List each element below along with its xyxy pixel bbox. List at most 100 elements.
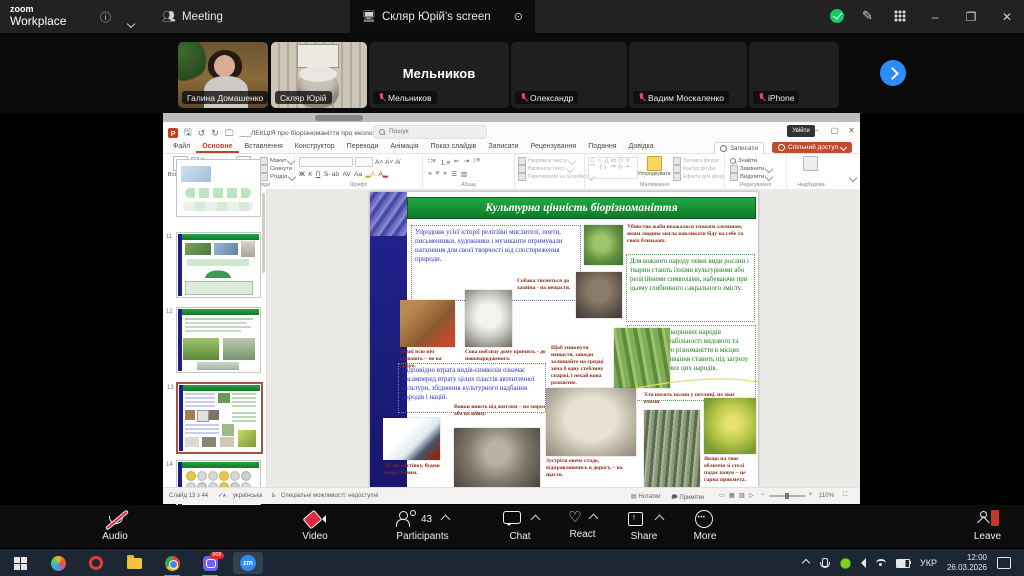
tab-design[interactable]: Конструктор — [289, 140, 341, 153]
info-icon[interactable]: ⓘ — [100, 9, 111, 25]
taskbar-chrome[interactable] — [157, 552, 187, 574]
share-presentation-button[interactable]: Спільний доступ — [772, 142, 852, 153]
slide-canvas[interactable]: Культурна цінність біорізноманіття Упрод… — [370, 192, 758, 487]
close-button[interactable]: ✕ — [992, 0, 1022, 33]
tab-record[interactable]: Записати — [482, 140, 524, 153]
notes-toggle[interactable]: ▤ Нотатки — [631, 493, 661, 500]
tab-home[interactable]: Основне — [196, 140, 238, 153]
align-left-button[interactable]: ⫷ — [428, 170, 432, 178]
slideshow-icon[interactable]: 🖵︎ — [225, 128, 234, 139]
columns-button[interactable]: ▥ — [461, 170, 467, 178]
participant-tile-sklyar-active-speaker[interactable]: Скляр Юрій — [271, 42, 367, 108]
collapse-ribbon-chevron[interactable] — [850, 168, 856, 186]
participant-tile-melnykov[interactable]: Мельников Мельников — [369, 42, 509, 108]
align-right-button[interactable]: ⫸ — [443, 170, 447, 178]
slide-thumbnail-13-selected[interactable]: 13 — [176, 382, 263, 454]
chevron-down-icon[interactable] — [128, 14, 134, 32]
view-sorter-icon[interactable]: ▦ — [729, 492, 735, 499]
underline-button[interactable]: П — [316, 171, 321, 178]
taskbar-zoom-active[interactable]: zm — [233, 552, 263, 574]
find-button[interactable]: Знайти — [730, 157, 772, 165]
apps-grid-icon[interactable] — [894, 10, 906, 22]
undo-icon[interactable]: ↺ — [198, 128, 206, 139]
participant-tile-vadym[interactable]: Вадим Москаленко — [629, 42, 747, 108]
save-icon[interactable]: 🖫︎ — [184, 125, 192, 141]
tray-language-indicator[interactable]: УКР — [920, 558, 937, 568]
thumbnail-scrollbar[interactable] — [262, 193, 265, 273]
zoom-slider-handle[interactable] — [785, 493, 789, 499]
tray-clock[interactable]: 12:00 26.03.2026 — [947, 553, 987, 573]
spellcheck-icon[interactable]: ✓ᴀ — [218, 492, 226, 499]
shape-outline-button[interactable]: Контур фігури — [673, 165, 724, 173]
view-normal-icon[interactable]: ▭ — [719, 492, 725, 499]
audio-button[interactable]: Audio — [85, 510, 145, 542]
section-button[interactable]: Розділ — [260, 173, 295, 181]
align-text-button[interactable]: Вирівняти текст — [518, 165, 594, 173]
slide-thumbnail-12[interactable]: 12 — [176, 307, 261, 373]
char-spacing-button[interactable]: AV — [342, 171, 350, 178]
tray-mic-icon[interactable] — [819, 558, 830, 569]
ppt-maximize-button[interactable]: ▢ — [827, 122, 842, 139]
react-button[interactable]: ♡ React — [555, 510, 610, 540]
font-color-button[interactable]: A▂ — [378, 170, 387, 178]
font-name-combobox[interactable] — [299, 157, 353, 167]
replace-button[interactable]: Замінити — [730, 165, 772, 173]
chat-options-chevron[interactable] — [530, 514, 540, 524]
slide-thumbnail-10[interactable] — [176, 159, 261, 217]
status-slide-number[interactable]: Слайд 13 з 44 — [169, 493, 208, 499]
redo-icon[interactable]: ↻ — [211, 128, 219, 139]
convert-smartart-button[interactable]: Перетворити на SmartArt — [518, 173, 594, 181]
minimize-button[interactable]: – — [920, 0, 950, 33]
align-center-button[interactable]: ≡ — [436, 170, 440, 178]
text-direction-button[interactable]: Напрямок тексту — [518, 157, 594, 165]
fit-to-window-icon[interactable]: ⛶ — [843, 492, 847, 499]
select-button[interactable]: Виділити — [730, 173, 772, 181]
chat-button[interactable]: Chat — [495, 510, 545, 542]
tray-antivirus-icon[interactable] — [840, 558, 851, 569]
more-button[interactable]: More — [680, 510, 730, 542]
arrange-button[interactable]: Упорядкувати — [638, 156, 670, 178]
start-button[interactable] — [5, 552, 35, 574]
increase-font-icon[interactable]: A˄ — [375, 159, 383, 166]
addins-button[interactable] — [794, 156, 826, 172]
leave-button[interactable]: Leave — [960, 510, 1015, 542]
participants-button[interactable]: 43 Participants — [380, 510, 465, 542]
decrease-indent-button[interactable]: ⇤ — [454, 157, 459, 167]
scrollbar-handle[interactable] — [315, 115, 363, 121]
taskbar-file-explorer[interactable] — [119, 552, 149, 574]
change-case-button[interactable]: Aa — [354, 171, 362, 178]
layout-button[interactable]: Макет — [260, 157, 295, 165]
status-language[interactable]: українська — [233, 493, 263, 499]
italic-button[interactable]: К — [308, 171, 312, 178]
bold-button[interactable]: Ж — [299, 171, 305, 178]
view-reading-icon[interactable]: ▥ — [739, 492, 745, 499]
highlight-color-button[interactable]: ▂A — [366, 170, 375, 178]
line-spacing-button[interactable]: ↕≡ — [473, 157, 480, 167]
shape-fill-button[interactable]: Заливка фігури — [673, 157, 724, 165]
participant-tile-galina[interactable]: Галина Домашенко — [178, 42, 268, 108]
security-shield-icon[interactable] — [830, 9, 844, 23]
tray-wifi-icon[interactable] — [876, 559, 886, 567]
tab-transitions[interactable]: Переходи — [341, 140, 385, 153]
bullets-button[interactable]: ∷≡ — [428, 157, 436, 167]
tab-insert[interactable]: Вставлення — [239, 140, 289, 153]
tab-slideshow[interactable]: Показ слайдів — [425, 140, 483, 153]
numbering-button[interactable]: ⒈≡ — [440, 157, 450, 167]
notification-center-icon[interactable] — [997, 557, 1011, 569]
record-button[interactable]: Записати — [714, 142, 764, 155]
shapes-gallery[interactable]: □○△▭⬠☆ ⌒〔〕⇨◇⌁ — [588, 157, 638, 179]
strikethrough-button[interactable]: S̶ — [324, 171, 328, 178]
video-button[interactable]: Video — [285, 510, 345, 542]
react-options-chevron[interactable] — [588, 513, 598, 523]
annotate-pencil-icon[interactable]: ✎ — [862, 8, 873, 24]
status-zoom-level[interactable]: 110% — [819, 493, 834, 499]
taskbar-viber[interactable]: 908 — [195, 552, 225, 574]
slide-thumbnail-11[interactable]: 11 — [176, 232, 261, 298]
tab-review[interactable]: Рецензування — [525, 140, 583, 153]
tab-file[interactable]: Файл — [167, 140, 196, 153]
taskbar-copilot[interactable] — [43, 552, 73, 574]
tab-help[interactable]: Довідка — [623, 140, 660, 153]
comments-toggle[interactable]: 🗩︎ Примітки — [671, 493, 705, 503]
clear-format-icon[interactable]: A̸ — [395, 159, 399, 166]
shape-effects-button[interactable]: Ефекти для фігур — [673, 173, 724, 181]
